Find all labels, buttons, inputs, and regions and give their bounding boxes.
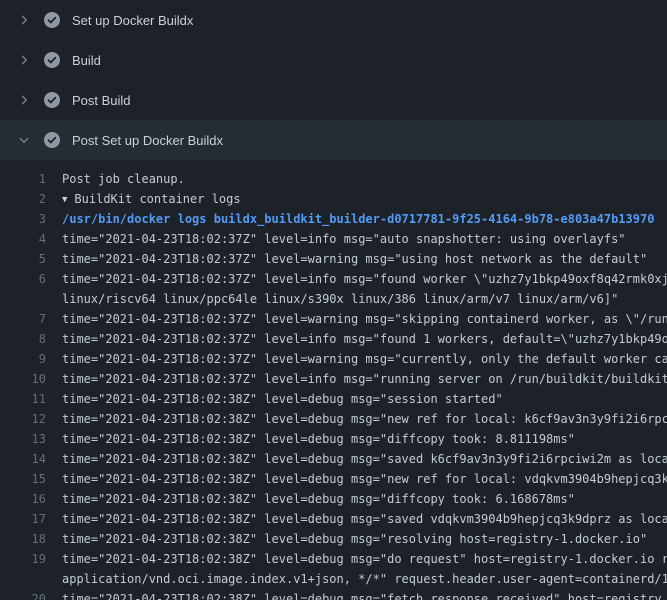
chevron-right-icon <box>16 52 32 68</box>
log-text: time="2021-04-23T18:02:38Z" level=debug … <box>62 509 667 529</box>
github-actions-log-viewer: Set up Docker Buildx Build Post Build Post … <box>0 0 667 600</box>
log-line: 3/usr/bin/docker logs buildx_buildkit_bu… <box>0 209 667 229</box>
log-text: time="2021-04-23T18:02:38Z" level=debug … <box>62 549 667 569</box>
log-text: time="2021-04-23T18:02:37Z" level=warnin… <box>62 249 647 269</box>
log-text: Post job cleanup. <box>62 169 185 189</box>
chevron-right-icon <box>16 92 32 108</box>
log-group-line[interactable]: ▼ BuildKit container logs <box>62 189 241 209</box>
line-number[interactable]: 4 <box>0 229 46 249</box>
log-text: time="2021-04-23T18:02:37Z" level=info m… <box>62 269 667 289</box>
line-number[interactable]: 13 <box>0 429 46 449</box>
line-number[interactable]: 6 <box>0 269 46 289</box>
line-number[interactable]: 19 <box>0 549 46 569</box>
log-text: time="2021-04-23T18:02:37Z" level=info m… <box>62 369 667 389</box>
log-line: 11 time="2021-04-23T18:02:38Z" level=debu… <box>0 389 667 409</box>
log-line: 12 time="2021-04-23T18:02:38Z" level=debu… <box>0 409 667 429</box>
log-line: 5 time="2021-04-23T18:02:37Z" level=warni… <box>0 249 667 269</box>
section-label: Post Build <box>72 93 131 108</box>
line-number <box>0 569 46 589</box>
log-text: linux/riscv64 linux/ppc64le linux/s390x … <box>62 289 618 309</box>
log-line: 1 Post job cleanup. <box>0 169 667 189</box>
log-text: time="2021-04-23T18:02:38Z" level=debug … <box>62 529 647 549</box>
line-number[interactable]: 12 <box>0 409 46 429</box>
line-number[interactable]: 3 <box>0 209 46 229</box>
section-label: Set up Docker Buildx <box>72 13 193 28</box>
log-line: 2 ▼ BuildKit container logs <box>0 189 667 209</box>
line-number <box>0 289 46 309</box>
log-line: 8 time="2021-04-23T18:02:37Z" level=info … <box>0 329 667 349</box>
log-command-text: /usr/bin/docker logs buildx_buildkit_bui… <box>62 209 654 229</box>
log-text: time="2021-04-23T18:02:37Z" level=info m… <box>62 329 667 349</box>
log-line: 16 time="2021-04-23T18:02:38Z" level=debu… <box>0 489 667 509</box>
group-label: BuildKit container logs <box>74 192 240 206</box>
log-line: 10 time="2021-04-23T18:02:37Z" level=info… <box>0 369 667 389</box>
line-number[interactable]: 20 <box>0 589 46 600</box>
line-number[interactable]: 17 <box>0 509 46 529</box>
log-text: time="2021-04-23T18:02:37Z" level=info m… <box>62 229 626 249</box>
line-number[interactable]: 5 <box>0 249 46 269</box>
line-number[interactable]: 2 <box>0 189 46 209</box>
line-number[interactable]: 11 <box>0 389 46 409</box>
log-text: time="2021-04-23T18:02:38Z" level=debug … <box>62 409 667 429</box>
log-text: time="2021-04-23T18:02:37Z" level=warnin… <box>62 309 667 329</box>
log-line: 14 time="2021-04-23T18:02:38Z" level=debu… <box>0 449 667 469</box>
log-line: 18 time="2021-04-23T18:02:38Z" level=debu… <box>0 529 667 549</box>
line-number[interactable]: 7 <box>0 309 46 329</box>
log-line: 19 time="2021-04-23T18:02:38Z" level=debu… <box>0 549 667 569</box>
check-circle-icon <box>44 52 60 68</box>
log-text: time="2021-04-23T18:02:38Z" level=debug … <box>62 489 575 509</box>
log-line: 6 time="2021-04-23T18:02:37Z" level=info … <box>0 269 667 289</box>
log-line: 17 time="2021-04-23T18:02:38Z" level=debu… <box>0 509 667 529</box>
section-header-set-up-docker-buildx[interactable]: Set up Docker Buildx <box>0 0 667 40</box>
line-number[interactable]: 16 <box>0 489 46 509</box>
log-line: 15 time="2021-04-23T18:02:38Z" level=debu… <box>0 469 667 489</box>
check-circle-icon <box>44 12 60 28</box>
log-line: 13 time="2021-04-23T18:02:38Z" level=debu… <box>0 429 667 449</box>
log-line-continuation: application/vnd.oci.image.index.v1+json,… <box>0 569 667 589</box>
chevron-right-icon <box>16 12 32 28</box>
line-number[interactable]: 10 <box>0 369 46 389</box>
log-text: time="2021-04-23T18:02:38Z" level=debug … <box>62 469 667 489</box>
log-line: 7 time="2021-04-23T18:02:37Z" level=warni… <box>0 309 667 329</box>
log-text: time="2021-04-23T18:02:38Z" level=debug … <box>62 429 575 449</box>
line-number[interactable]: 15 <box>0 469 46 489</box>
line-number[interactable]: 14 <box>0 449 46 469</box>
check-circle-icon <box>44 132 60 148</box>
section-header-post-build[interactable]: Post Build <box>0 80 667 120</box>
line-number[interactable]: 18 <box>0 529 46 549</box>
step-section-list: Set up Docker Buildx Build Post Build Post … <box>0 0 667 160</box>
log-text: time="2021-04-23T18:02:38Z" level=debug … <box>62 449 667 469</box>
log-line: 4 time="2021-04-23T18:02:37Z" level=info … <box>0 229 667 249</box>
check-circle-icon <box>44 92 60 108</box>
log-line: 20 time="2021-04-23T18:02:38Z" level=debu… <box>0 589 667 600</box>
line-number[interactable]: 8 <box>0 329 46 349</box>
section-header-post-set-up-docker-buildx[interactable]: Post Set up Docker Buildx <box>0 120 667 160</box>
chevron-down-icon <box>16 132 32 148</box>
log-line: 9 time="2021-04-23T18:02:37Z" level=warni… <box>0 349 667 369</box>
section-header-build[interactable]: Build <box>0 40 667 80</box>
log-line-continuation: linux/riscv64 linux/ppc64le linux/s390x … <box>0 289 667 309</box>
log-text: application/vnd.oci.image.index.v1+json,… <box>62 569 667 589</box>
log-output: 1 Post job cleanup. 2 ▼ BuildKit container l… <box>0 160 667 600</box>
log-text: time="2021-04-23T18:02:38Z" level=debug … <box>62 389 503 409</box>
section-label: Build <box>72 53 101 68</box>
section-label: Post Set up Docker Buildx <box>72 133 223 148</box>
group-toggle-icon[interactable]: ▼ <box>62 190 67 209</box>
line-number[interactable]: 1 <box>0 169 46 189</box>
log-text: time="2021-04-23T18:02:38Z" level=debug … <box>62 589 662 600</box>
line-number[interactable]: 9 <box>0 349 46 369</box>
log-text: time="2021-04-23T18:02:37Z" level=warnin… <box>62 349 667 369</box>
